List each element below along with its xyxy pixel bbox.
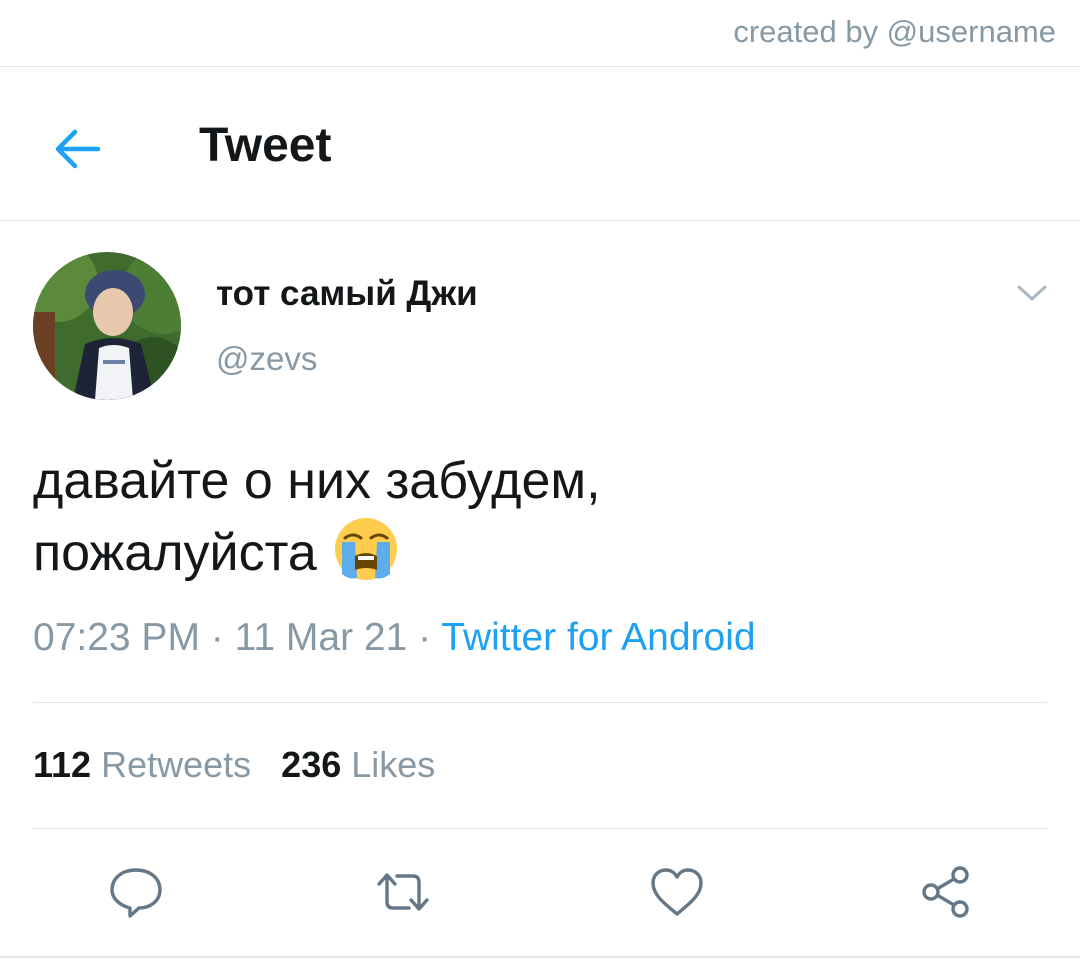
- share-icon: [922, 866, 969, 918]
- credit-text: created by @username: [733, 14, 1056, 49]
- more-options-button[interactable]: [1014, 280, 1050, 306]
- tweet-text: давайте о них забудем, пожалуйста: [33, 446, 1033, 588]
- header-divider: [0, 220, 1080, 221]
- likes-stat[interactable]: 236 Likes: [281, 744, 435, 785]
- tweet-text-line-1: давайте о них забудем,: [33, 452, 601, 510]
- avatar-image: [33, 252, 181, 400]
- user-handle[interactable]: @zevs: [216, 340, 317, 378]
- bottom-divider: [0, 956, 1080, 958]
- stats-divider: [33, 828, 1047, 829]
- top-divider: [0, 66, 1080, 67]
- arrow-left-icon: [55, 129, 101, 169]
- reply-button[interactable]: [106, 862, 166, 922]
- retweets-stat[interactable]: 112 Retweets: [33, 744, 251, 785]
- tweet-source-link[interactable]: Twitter for Android: [441, 616, 755, 659]
- display-name[interactable]: тот самый Джи: [216, 274, 478, 314]
- heart-icon: [651, 868, 703, 916]
- like-button[interactable]: [647, 862, 707, 922]
- share-button[interactable]: [916, 862, 976, 922]
- back-button[interactable]: [50, 122, 104, 176]
- reply-icon: [110, 868, 162, 918]
- tweet-time: 07:23 PM: [33, 616, 200, 659]
- tweet-text-line-2: пожалуйста: [33, 516, 1033, 588]
- tweet-text-line-2-text: пожалуйста: [33, 524, 317, 582]
- likes-count: 236: [281, 744, 342, 785]
- crying-face-icon: [333, 516, 399, 582]
- retweet-button[interactable]: [373, 862, 433, 922]
- tweet-date: 11 Mar 21: [234, 616, 408, 659]
- meta-separator-2: ·: [407, 616, 442, 659]
- retweet-icon: [377, 873, 429, 911]
- likes-label: Likes: [351, 744, 436, 785]
- page-title: Tweet: [199, 119, 332, 172]
- avatar[interactable]: [33, 252, 181, 400]
- tweet-meta: 07:23 PM · 11 Mar 21 · Twitter for Andro…: [33, 616, 756, 660]
- meta-separator: ·: [199, 616, 235, 659]
- retweets-label: Retweets: [101, 744, 252, 785]
- meta-divider: [33, 702, 1047, 703]
- tweet-stats: 112 Retweets 236 Likes: [33, 744, 435, 786]
- chevron-down-icon: [1017, 285, 1047, 301]
- retweets-count: 112: [33, 744, 92, 785]
